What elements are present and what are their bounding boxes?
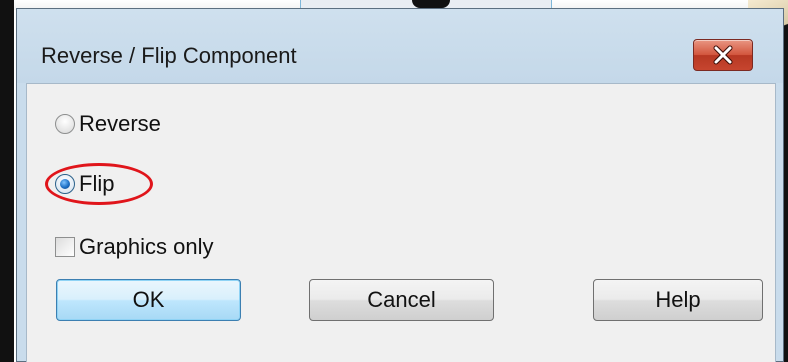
help-button[interactable]: Help [593, 279, 763, 321]
title-bar[interactable]: Reverse / Flip Component [17, 9, 783, 83]
cancel-button[interactable]: Cancel [309, 279, 494, 321]
radio-unchecked-icon[interactable] [55, 114, 75, 134]
close-icon [713, 45, 733, 65]
ok-button[interactable]: OK [56, 279, 241, 321]
reverse-option[interactable]: Reverse [55, 111, 161, 137]
radio-dot-icon [60, 179, 70, 189]
graphics-only-option[interactable]: Graphics only [55, 234, 214, 260]
checkbox-icon[interactable] [55, 237, 75, 257]
graphics-only-label: Graphics only [79, 234, 214, 259]
background-left-edge [0, 0, 14, 362]
reverse-flip-dialog: Reverse / Flip Component Reverse Flip Gr… [16, 8, 784, 362]
dialog-title: Reverse / Flip Component [41, 43, 297, 68]
dialog-body: Reverse Flip Graphics only OK Cancel Hel… [26, 83, 776, 362]
reverse-option-label: Reverse [79, 111, 161, 136]
background-top-shape [412, 0, 450, 8]
flip-option[interactable]: Flip [55, 171, 114, 197]
screenshot-stage: Reverse / Flip Component Reverse Flip Gr… [0, 0, 788, 362]
radio-checked-icon[interactable] [55, 174, 75, 194]
flip-option-label: Flip [79, 171, 115, 196]
close-button[interactable] [693, 39, 753, 71]
